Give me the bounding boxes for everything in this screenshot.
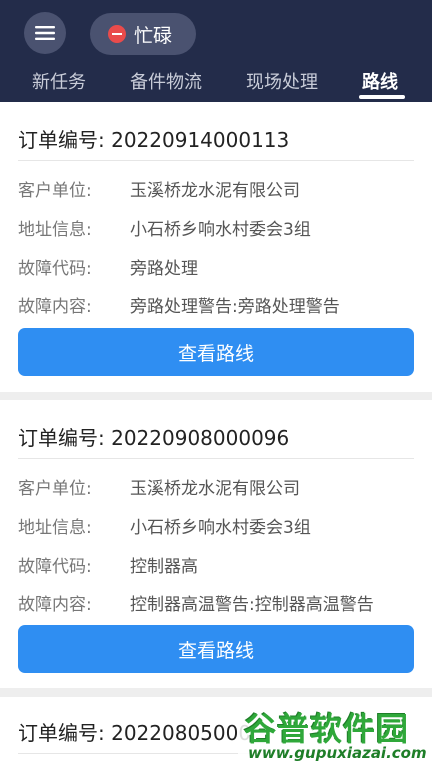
active-tab-indicator: [359, 95, 405, 99]
status-toggle[interactable]: 忙碌: [90, 13, 196, 55]
fault-code-row: 故障代码: 旁路处理: [18, 254, 198, 279]
address-value: 小石桥乡响水村委会3组: [130, 518, 311, 538]
tab-new-task[interactable]: 新任务: [32, 68, 86, 94]
fault-content-label: 故障内容:: [18, 595, 92, 615]
customer-label: 客户单位:: [18, 479, 92, 499]
tab-parts-logistics[interactable]: 备件物流: [130, 68, 202, 94]
fault-code-value: 旁路处理: [130, 259, 198, 279]
customer-row: 客户单位: 玉溪桥龙水泥有限公司: [18, 176, 300, 201]
watermark: 谷普软件园 www.gupuxiazai.com: [238, 698, 432, 768]
tab-onsite-handling[interactable]: 现场处理: [246, 68, 318, 94]
view-route-button[interactable]: 查看路线: [18, 328, 414, 376]
order-number-row: 订单编号: 20220805000: [18, 717, 251, 746]
status-text: 忙碌: [134, 24, 173, 47]
address-label: 地址信息:: [18, 518, 92, 538]
order-number-value: 20220914000113: [111, 128, 290, 152]
tab-route[interactable]: 路线: [362, 68, 398, 94]
customer-row: 客户单位: 玉溪桥龙水泥有限公司: [18, 474, 300, 499]
hamburger-icon: [35, 26, 55, 40]
fault-content-row: 故障内容: 旁路处理警告:旁路处理警告: [18, 292, 340, 317]
fault-content-value: 旁路处理警告:旁路处理警告: [130, 297, 340, 317]
order-number-row: 订单编号: 20220914000113: [18, 124, 289, 153]
address-row: 地址信息: 小石桥乡响水村委会3组: [18, 215, 311, 240]
fault-content-row: 故障内容: 控制器高温警告:控制器高温警告: [18, 590, 374, 615]
busy-status-icon: [108, 25, 126, 43]
order-number-value: 20220908000096: [111, 426, 290, 450]
view-route-button[interactable]: 查看路线: [18, 625, 414, 673]
fault-code-value: 控制器高: [130, 557, 198, 577]
address-row: 地址信息: 小石桥乡响水村委会3组: [18, 513, 311, 538]
customer-value: 玉溪桥龙水泥有限公司: [130, 479, 300, 499]
fault-code-label: 故障代码:: [18, 557, 92, 577]
fault-code-label: 故障代码:: [18, 259, 92, 279]
order-number-label: 订单编号:: [18, 128, 105, 152]
order-number-label: 订单编号:: [18, 721, 105, 745]
customer-value: 玉溪桥龙水泥有限公司: [130, 181, 300, 201]
menu-button[interactable]: [24, 12, 66, 54]
divider: [18, 458, 414, 459]
fault-content-value: 控制器高温警告:控制器高温警告: [130, 595, 374, 615]
order-card: 订单编号: 20220908000096 客户单位: 玉溪桥龙水泥有限公司 地址信…: [0, 400, 432, 688]
fault-content-label: 故障内容:: [18, 297, 92, 317]
order-number-row: 订单编号: 20220908000096: [18, 422, 289, 451]
address-label: 地址信息:: [18, 220, 92, 240]
order-card: 订单编号: 20220914000113 客户单位: 玉溪桥龙水泥有限公司 地址信…: [0, 102, 432, 392]
divider: [18, 160, 414, 161]
order-number-label: 订单编号:: [18, 426, 105, 450]
fault-code-row: 故障代码: 控制器高: [18, 552, 198, 577]
app-header: 忙碌 新任务 备件物流 现场处理 路线: [0, 0, 432, 102]
watermark-url: www.gupuxiazai.com: [248, 744, 427, 762]
customer-label: 客户单位:: [18, 181, 92, 201]
address-value: 小石桥乡响水村委会3组: [130, 220, 311, 240]
order-number-value: 20220805000: [111, 721, 252, 745]
